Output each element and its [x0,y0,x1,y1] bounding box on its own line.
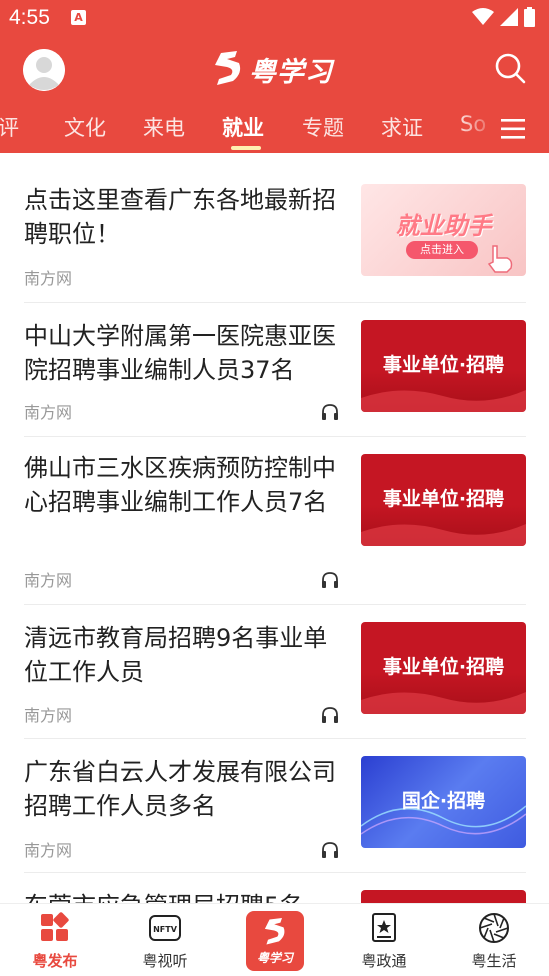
list-item[interactable]: 点击这里查看广东各地最新招聘职位！ 南方网 就业助手 点击进入 [24,173,526,303]
tv-badge: NFTV [153,925,178,934]
tv-icon: NFTV [149,915,181,941]
tab-culture[interactable]: 文化 [64,112,106,142]
item-title: 中山大学附属第一医院惠亚医院招聘事业编制人员37名 [24,322,336,384]
nav-item-yue-video[interactable]: NFTV 粤视听 [110,904,220,976]
item-thumbnail: 就业助手 点击进入 [361,184,526,276]
thumb-wave-decoration [361,390,526,412]
item-title: 东莞市应急管理局招聘5名 [24,889,336,903]
item-source: 南方网 [24,571,73,590]
item-title: 广东省白云人才发展有限公司招聘工作人员多名 [24,758,336,820]
search-button[interactable] [494,52,526,84]
nav-item-yue-publish[interactable]: 粤发布 [0,904,110,976]
audio-icon[interactable] [320,570,340,590]
wifi-icon [472,8,494,25]
nav-center-label: 粤学习 [256,951,293,965]
nav-label: 粤生活 [471,952,517,970]
active-tab-indicator [231,146,261,150]
logo-text: 粤学习 [249,56,333,88]
hand-pointer-icon [487,245,513,273]
bottom-navigation: 粤发布 NFTV 粤视听 粤学习 粤政通 粤生活 [0,903,549,976]
grid-icon [41,912,69,941]
thumb-label: 国企·招聘 [401,790,486,812]
nav-item-yue-study[interactable]: 粤学习 [246,911,304,971]
item-source: 南方网 [24,269,73,288]
item-title: 点击这里查看广东各地最新招聘职位！ [24,186,336,248]
list-item[interactable]: 广东省白云人才发展有限公司招聘工作人员多名 南方网 国企·招聘 [24,739,526,873]
tab-fact-check[interactable]: 求证 [381,112,423,142]
tabs-fade [458,106,498,152]
audio-icon[interactable] [320,402,340,422]
list-item[interactable]: 中山大学附属第一医院惠亚医院招聘事业编制人员37名 南方网 事业单位·招聘 [24,303,526,437]
nav-label: 粤发布 [32,952,78,970]
star-doc-icon [372,913,396,942]
thumb-title: 就业助手 [395,212,492,240]
item-thumbnail [361,890,526,903]
app-logo: 粤学习 [213,48,333,90]
avatar[interactable] [23,49,65,91]
battery-icon [524,7,535,27]
aperture-icon [479,913,509,943]
item-source: 南方网 [24,706,73,725]
list-item[interactable]: 东莞市应急管理局招聘5名 [24,873,526,903]
tab-employment[interactable]: 就业 [222,112,264,142]
item-title: 佛山市三水区疾病预防控制中心招聘事业编制工作人员7名 [24,454,336,516]
item-title: 清远市教育局招聘9名事业单位工作人员 [24,624,328,686]
thumb-button: 点击进入 [406,241,478,259]
status-bar: 4:55 A [0,0,549,36]
audio-icon[interactable] [320,705,340,725]
nav-label: 粤视听 [142,952,188,970]
avatar-icon [23,49,65,91]
signal-icon [500,8,518,26]
channel-menu-button[interactable] [500,116,526,142]
status-icons [472,7,535,27]
notification-icon: A [71,10,86,25]
channel-tabs: 评 文化 来电 就业 专题 求证 So [0,106,549,152]
thumb-label: 事业单位·招聘 [382,354,505,376]
nav-label: 粤政通 [361,952,407,970]
list-item[interactable]: 佛山市三水区疾病预防控制中心招聘事业编制工作人员7名 南方网 事业单位·招聘 [24,437,526,605]
tab-topics[interactable]: 专题 [302,112,344,142]
thumb-label: 事业单位·招聘 [382,656,505,678]
tab-calls[interactable]: 来电 [143,112,185,142]
logo-mark-icon [215,51,241,85]
status-time: 4:55 [9,6,50,29]
nav-item-yue-life[interactable]: 粤生活 [439,904,549,976]
thumb-wave-decoration [361,692,526,714]
nav-item-yue-gov[interactable]: 粤政通 [329,904,439,976]
thumb-wave-decoration [361,524,526,546]
study-logo-icon [264,918,285,945]
item-thumbnail: 事业单位·招聘 [361,320,526,412]
menu-icon [501,119,525,139]
audio-icon[interactable] [320,840,340,860]
item-source: 南方网 [24,841,73,860]
thumb-label: 事业单位·招聘 [382,488,505,510]
item-thumbnail: 事业单位·招聘 [361,454,526,546]
tab-ping[interactable]: 评 [0,112,19,142]
app-header: 4:55 A 粤学习 评 文化 来电 就业 专题 求证 So [0,0,549,153]
item-thumbnail: 事业单位·招聘 [361,622,526,714]
item-source: 南方网 [24,403,73,422]
list-item[interactable]: 清远市教育局招聘9名事业单位工作人员 南方网 事业单位·招聘 [24,605,526,739]
search-icon [495,53,526,84]
item-thumbnail: 国企·招聘 [361,756,526,848]
news-feed: 点击这里查看广东各地最新招聘职位！ 南方网 就业助手 点击进入 中山大学附属第一… [0,153,549,903]
